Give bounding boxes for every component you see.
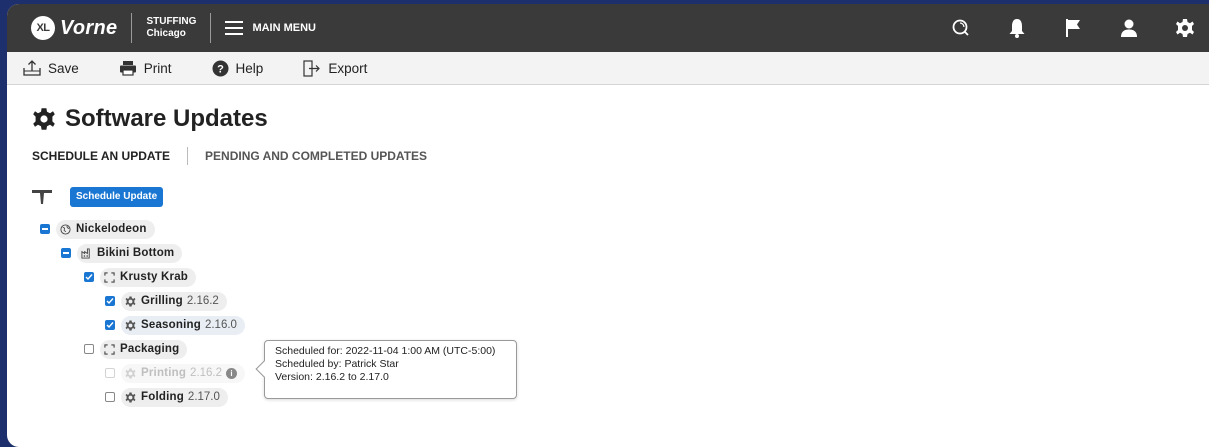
collapse-checkbox[interactable] (40, 224, 50, 234)
tree-node-printing: Printing 2.16.2 i (121, 363, 246, 383)
tooltip-version: Version: 2.16.2 to 2.17.0 (275, 371, 389, 383)
node-label: Krusty Krab (120, 271, 189, 283)
tree-row: Nickelodeon (32, 217, 1209, 241)
info-icon[interactable]: i (226, 367, 238, 379)
print-icon (119, 61, 136, 76)
node-label: Nickelodeon (76, 223, 147, 235)
tree-node-packaging[interactable]: Packaging (100, 339, 188, 359)
action-bar: Schedule Update (32, 187, 1209, 207)
tree-node-nickelodeon[interactable]: Nickelodeon (56, 219, 155, 239)
tab-schedule-update[interactable]: SCHEDULE AN UPDATE (32, 149, 170, 163)
top-bar: XL Vorne STUFFING Chicago MAIN MENU (7, 4, 1209, 52)
checkbox[interactable] (105, 296, 115, 306)
search-icon[interactable] (951, 18, 971, 38)
hamburger-icon (225, 21, 244, 35)
gear-icon[interactable] (1175, 18, 1195, 38)
node-label: Packaging (120, 343, 180, 355)
bell-icon[interactable] (1007, 18, 1027, 38)
tree-node-seasoning[interactable]: Seasoning 2.16.0 (121, 315, 245, 335)
divider (131, 13, 133, 43)
checkbox-disabled (105, 368, 115, 378)
node-label: Printing (141, 367, 187, 379)
svg-text:?: ? (217, 63, 224, 75)
help-label: Help (235, 60, 264, 76)
checkbox[interactable] (84, 272, 94, 282)
tree-node-krusty-krab[interactable]: Krusty Krab (100, 267, 197, 287)
node-version: 2.16.2 (190, 367, 223, 379)
gear-icon (125, 392, 136, 402)
save-label: Save (48, 60, 79, 76)
device-tree: Nickelodeon Bikini Bottom Krusty Krab Gr… (32, 217, 1209, 409)
node-label: Bikini Bottom (97, 247, 175, 259)
tree-node-folding[interactable]: Folding 2.17.0 (121, 387, 228, 407)
tooltip-scheduled-by: Scheduled by: Patrick Star (275, 358, 399, 370)
gear-icon (125, 320, 136, 330)
tree-row: Grilling 2.16.2 (32, 289, 1209, 313)
node-label: Folding (141, 391, 184, 403)
logo[interactable]: XL Vorne (31, 16, 117, 40)
page-title: Software Updates (65, 105, 268, 132)
tree-row: Seasoning 2.16.0 (32, 313, 1209, 337)
tab-bar: SCHEDULE AN UPDATE PENDING AND COMPLETED… (32, 147, 1209, 165)
save-button[interactable]: Save (23, 60, 79, 76)
gear-icon (125, 368, 136, 378)
help-icon: ? (212, 60, 229, 76)
tree-row: Folding 2.17.0 (32, 385, 1209, 409)
checkbox[interactable] (105, 392, 115, 402)
logo-badge: XL (31, 16, 55, 40)
user-icon[interactable] (1119, 18, 1139, 38)
export-label: Export (328, 60, 368, 76)
help-button[interactable]: ? Help (212, 60, 264, 77)
tab-pending-completed[interactable]: PENDING AND COMPLETED UPDATES (205, 149, 427, 163)
tree-node-bikini-bottom[interactable]: Bikini Bottom (77, 243, 183, 263)
main-menu-label: MAIN MENU (252, 22, 316, 34)
save-icon (23, 60, 41, 76)
node-version: 2.17.0 (187, 391, 220, 403)
main-content: Software Updates SCHEDULE AN UPDATE PEND… (7, 105, 1209, 409)
tree-row: Bikini Bottom (32, 241, 1209, 265)
gear-icon (33, 108, 55, 130)
gear-icon (125, 296, 136, 306)
location-selector[interactable]: STUFFING Chicago (146, 16, 196, 40)
node-label: Seasoning (141, 319, 201, 331)
main-menu-button[interactable]: MAIN MENU (225, 21, 316, 35)
checkbox[interactable] (105, 320, 115, 330)
node-version: 2.16.2 (186, 295, 219, 307)
location-city: Chicago (146, 28, 186, 39)
export-icon (303, 59, 321, 77)
node-version: 2.16.0 (204, 319, 237, 331)
export-button[interactable]: Export (303, 59, 368, 77)
schedule-update-button[interactable]: Schedule Update (70, 187, 164, 207)
factory-icon (81, 247, 90, 259)
schedule-tooltip: Scheduled for: 2022-11-04 1:00 AM (UTC-5… (264, 340, 517, 399)
area-icon (104, 343, 115, 355)
area-icon (104, 271, 115, 283)
collapse-checkbox[interactable] (61, 248, 71, 258)
tree-node-grilling[interactable]: Grilling 2.16.2 (121, 291, 227, 311)
node-label: Grilling (141, 295, 183, 307)
filter-icon[interactable] (32, 190, 52, 204)
tree-row: Krusty Krab (32, 265, 1209, 289)
globe-icon (60, 223, 71, 235)
flag-icon[interactable] (1063, 18, 1083, 38)
checkbox[interactable] (84, 344, 94, 354)
location-process: STUFFING (146, 16, 197, 27)
page-header: Software Updates (32, 105, 1209, 133)
tooltip-scheduled-for: Scheduled for: 2022-11-04 1:00 AM (UTC-5… (275, 345, 496, 357)
divider (210, 13, 212, 43)
print-label: Print (143, 60, 172, 76)
toolbar: Save Print ? Help Export (7, 52, 1209, 85)
tree-row: Printing 2.16.2 i (32, 361, 1209, 385)
tree-row: Packaging (32, 337, 1209, 361)
app-window: XL Vorne STUFFING Chicago MAIN MENU Save… (7, 4, 1209, 447)
tab-divider (187, 147, 189, 165)
print-button[interactable]: Print (119, 60, 172, 76)
logo-text: Vorne (60, 16, 118, 39)
